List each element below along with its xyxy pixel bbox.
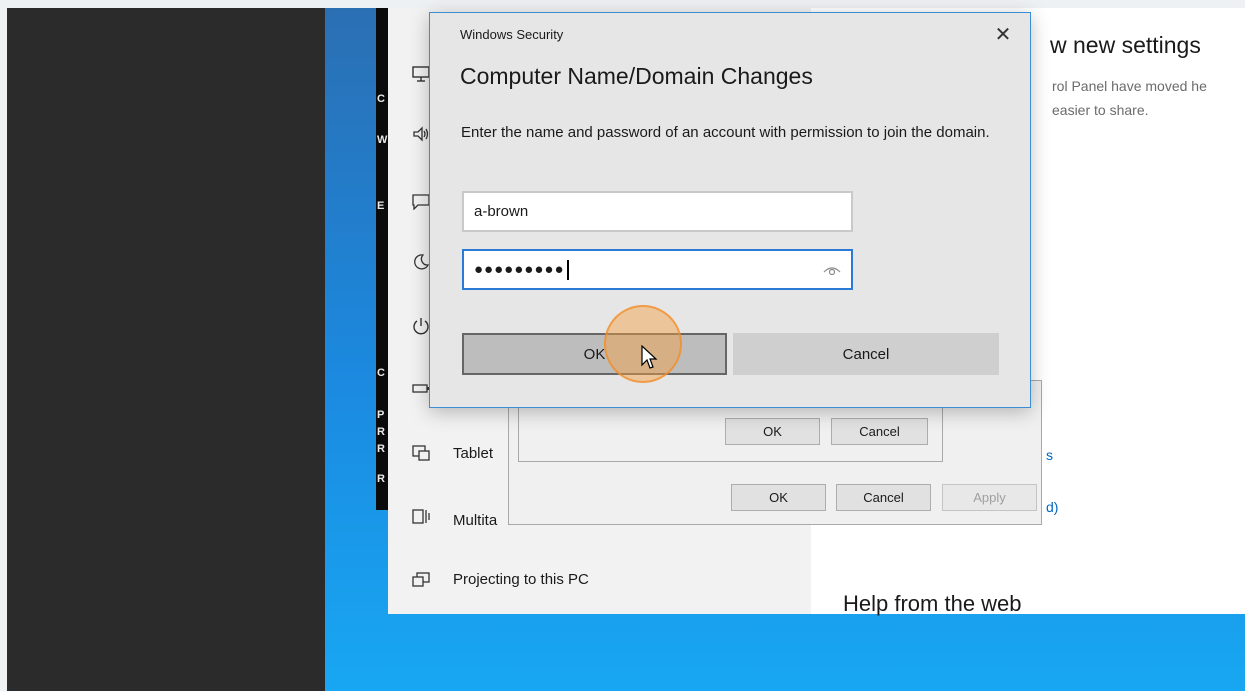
cancel-button[interactable]: Cancel bbox=[733, 333, 999, 375]
sidebar-item-tablet[interactable]: Tablet bbox=[453, 445, 493, 462]
ok-button[interactable]: OK bbox=[462, 333, 727, 375]
strip-letter: P bbox=[377, 409, 385, 421]
name-changes-cancel-button[interactable]: Cancel bbox=[831, 418, 928, 445]
related-settings-heading: w new settings bbox=[1050, 32, 1201, 58]
system-properties-apply-button[interactable]: Apply bbox=[942, 484, 1037, 511]
strip-letter: C bbox=[377, 367, 385, 379]
windows-security-dialog: Windows Security ✕ Computer Name/Domain … bbox=[429, 12, 1031, 408]
projecting-icon[interactable] bbox=[408, 568, 434, 592]
reveal-password-icon[interactable] bbox=[823, 263, 841, 277]
dialog-title: Computer Name/Domain Changes bbox=[460, 63, 813, 89]
related-settings-link[interactable]: s bbox=[1046, 447, 1053, 463]
system-properties-cancel-button[interactable]: Cancel bbox=[836, 484, 931, 511]
password-field[interactable]: ●●●●●●●●● bbox=[462, 249, 853, 290]
related-settings-link[interactable]: d) bbox=[1046, 499, 1058, 515]
tablet-icon[interactable] bbox=[408, 441, 434, 465]
dialog-message: Enter the name and password of an accoun… bbox=[461, 124, 990, 141]
strip-letter: R bbox=[377, 473, 385, 485]
close-icon[interactable]: ✕ bbox=[988, 21, 1018, 47]
help-from-web-heading: Help from the web bbox=[843, 591, 1022, 616]
strip-letter: C bbox=[377, 93, 385, 105]
username-field[interactable]: a-brown bbox=[462, 191, 853, 232]
related-settings-text: rol Panel have moved he bbox=[1052, 78, 1207, 94]
system-properties-ok-button[interactable]: OK bbox=[731, 484, 826, 511]
name-changes-ok-button[interactable]: OK bbox=[725, 418, 820, 445]
frame-left bbox=[0, 0, 7, 691]
strip-letter: R bbox=[377, 443, 385, 455]
text-caret bbox=[566, 259, 569, 280]
strip-letter: W bbox=[377, 134, 388, 146]
related-settings-text: easier to share. bbox=[1052, 102, 1149, 118]
dark-side-panel bbox=[7, 8, 325, 691]
password-mask: ●●●●●●●●● bbox=[474, 261, 565, 278]
dialog-caption: Windows Security bbox=[460, 27, 564, 42]
username-value: a-brown bbox=[474, 203, 529, 220]
strip-letter: E bbox=[377, 200, 385, 212]
frame-top bbox=[0, 0, 1245, 8]
sidebar-item-projecting[interactable]: Projecting to this PC bbox=[453, 571, 589, 588]
strip-letter: R bbox=[377, 426, 385, 438]
sidebar-item-multitasking[interactable]: Multita bbox=[453, 512, 497, 529]
multitasking-icon[interactable] bbox=[408, 505, 434, 529]
